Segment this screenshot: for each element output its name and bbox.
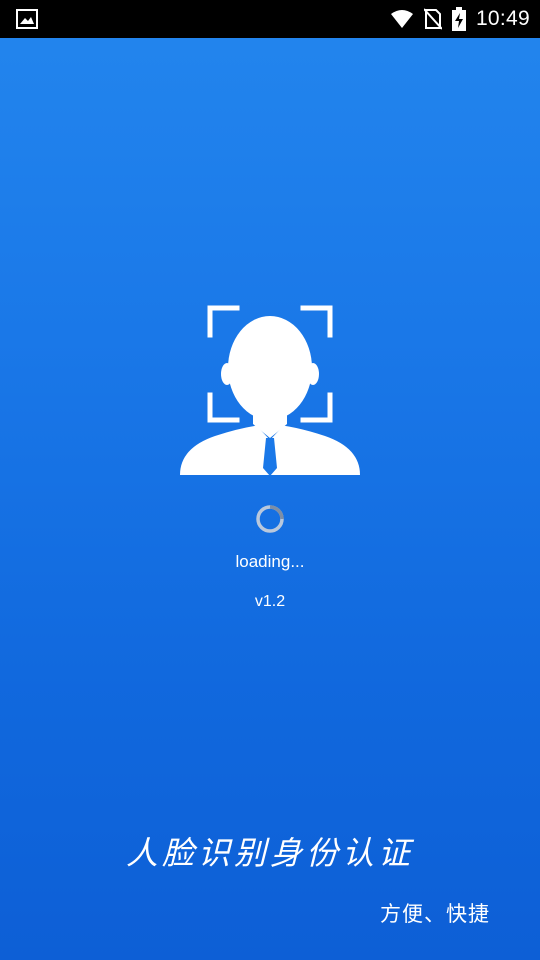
face-recognition-icon [180, 305, 360, 476]
image-notification-icon [16, 9, 38, 29]
version-label: v1.2 [254, 593, 286, 610]
status-time: 10:49 [475, 7, 530, 30]
app-tagline: 方便、快捷 [380, 902, 490, 926]
status-icons: 10:49 [390, 0, 530, 38]
app-slogan: 人脸识别身份认证 [125, 834, 414, 872]
battery-charging-icon [451, 7, 466, 31]
wifi-icon [390, 10, 413, 28]
loading-spinner-icon [256, 505, 284, 533]
status-bar: 10:49 [0, 0, 540, 38]
loading-label: loading... [235, 552, 305, 571]
splash-screen: 10:49 loading... v1.2 人脸识别身份认证 方便、快捷 [0, 0, 540, 960]
no-sim-icon [423, 8, 442, 30]
